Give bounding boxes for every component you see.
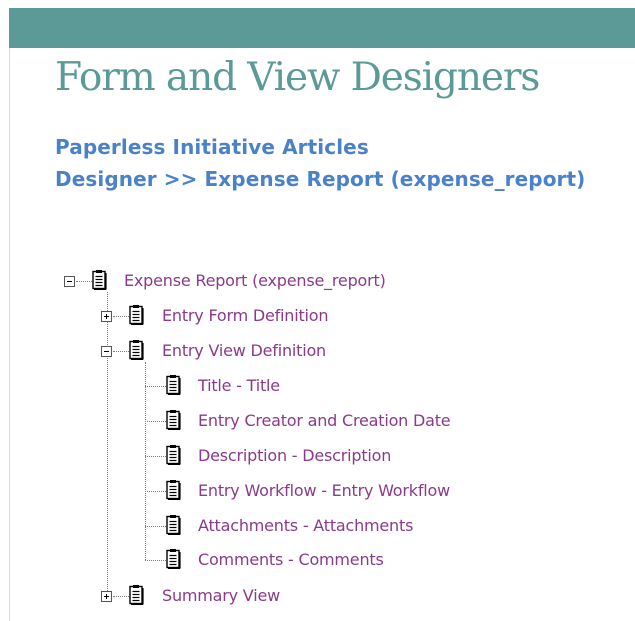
expand-toggle-icon[interactable] [101, 311, 112, 322]
tree-connector-horizontal [113, 351, 129, 352]
tree-node-expense-report[interactable]: Expense Report (expense_report) [124, 271, 386, 291]
document-icon [92, 270, 107, 290]
document-icon [129, 585, 144, 605]
tree-node-summary-view[interactable]: Summary View [162, 586, 280, 606]
tree-connector-horizontal [145, 560, 166, 561]
tree-connector-horizontal [76, 281, 92, 282]
tree-connector-horizontal [145, 456, 166, 457]
document-icon [166, 375, 181, 395]
tree-node-view-field[interactable]: Entry Creator and Creation Date [198, 411, 451, 431]
collapse-toggle-icon[interactable] [101, 346, 112, 357]
tree-node-entry-view-definition[interactable]: Entry View Definition [162, 341, 326, 361]
expand-toggle-icon[interactable] [101, 591, 112, 602]
tree-node-view-field[interactable]: Description - Description [198, 446, 391, 466]
document-icon [166, 410, 181, 430]
document-icon [166, 549, 181, 569]
document-icon [166, 480, 181, 500]
tree-node-view-field[interactable]: Entry Workflow - Entry Workflow [198, 481, 450, 501]
tree-connector-vertical [107, 292, 108, 595]
tree-connector-horizontal [113, 316, 129, 317]
collapse-toggle-icon[interactable] [64, 276, 75, 287]
tree-connector-horizontal [145, 421, 166, 422]
tree-node-view-field[interactable]: Title - Title [198, 376, 280, 396]
document-icon [166, 515, 181, 535]
designer-tree: Expense Report (expense_report) Entry Fo… [0, 0, 635, 621]
document-icon [129, 340, 144, 360]
tree-node-entry-form-definition[interactable]: Entry Form Definition [162, 306, 329, 326]
document-icon [166, 445, 181, 465]
tree-connector-horizontal [113, 596, 129, 597]
document-icon [129, 305, 144, 325]
tree-connector-vertical [145, 362, 146, 560]
tree-connector-horizontal [145, 386, 166, 387]
tree-connector-horizontal [145, 526, 166, 527]
tree-node-view-field[interactable]: Comments - Comments [198, 550, 384, 570]
tree-node-view-field[interactable]: Attachments - Attachments [198, 516, 413, 536]
tree-connector-horizontal [145, 491, 166, 492]
